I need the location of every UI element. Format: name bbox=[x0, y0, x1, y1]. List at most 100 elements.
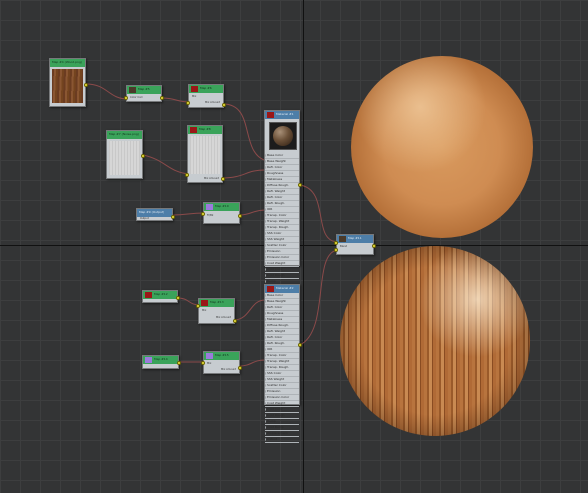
node-header[interactable]: Material #1 bbox=[265, 111, 299, 119]
node-header[interactable]: Map #11 bbox=[337, 235, 373, 243]
input-socket[interactable] bbox=[265, 384, 266, 387]
input-socket[interactable] bbox=[265, 348, 266, 351]
input-socket[interactable] bbox=[265, 202, 266, 205]
input-port[interactable] bbox=[124, 96, 128, 100]
material-node-top[interactable]: Material #1 Base Color Base Weight Refl. C… bbox=[264, 110, 302, 309]
output-node[interactable]: Map #9 (Output) Output bbox=[136, 208, 175, 221]
input-port[interactable] bbox=[201, 212, 205, 216]
input-socket[interactable] bbox=[265, 312, 266, 315]
output-port[interactable] bbox=[298, 343, 302, 347]
mix-node[interactable]: Map #6 Mix Mix Amount bbox=[186, 84, 226, 108]
input-socket[interactable] bbox=[265, 306, 266, 309]
input-socket[interactable] bbox=[265, 318, 266, 321]
input-socket[interactable] bbox=[265, 408, 266, 411]
node-slot[interactable]: Mix Amount bbox=[202, 316, 231, 319]
input-socket[interactable] bbox=[265, 274, 266, 277]
output-port[interactable] bbox=[233, 319, 237, 323]
input-socket[interactable] bbox=[265, 154, 266, 157]
noise-bitmap-node[interactable]: Map #7 (Noise.png) bbox=[106, 130, 145, 179]
node-header[interactable]: Map #15 bbox=[204, 352, 239, 360]
mix-node[interactable]: Map #8 Mix Amount bbox=[185, 125, 225, 183]
falloff-node[interactable]: Map #14 bbox=[142, 355, 181, 369]
input-socket[interactable] bbox=[265, 402, 266, 405]
input-port[interactable] bbox=[186, 101, 190, 105]
input-socket[interactable] bbox=[265, 262, 266, 265]
input-port[interactable] bbox=[196, 304, 200, 308]
input-socket[interactable] bbox=[265, 420, 266, 423]
input-port[interactable] bbox=[334, 248, 338, 252]
input-socket[interactable] bbox=[265, 178, 266, 181]
input-socket[interactable] bbox=[265, 232, 266, 235]
input-port[interactable] bbox=[334, 241, 338, 245]
node-header[interactable]: Map #9 (Output) bbox=[137, 209, 172, 217]
input-socket[interactable] bbox=[265, 414, 266, 417]
input-socket[interactable] bbox=[265, 250, 266, 253]
color-correction-node[interactable]: Map #12 bbox=[142, 290, 180, 303]
node-header[interactable]: Map #13 bbox=[199, 299, 234, 307]
falloff-node[interactable]: Map #10 Fr/Bk bbox=[201, 202, 242, 224]
node-slot[interactable]: Fr/Bk bbox=[207, 214, 236, 217]
node-slot[interactable]: Mix Amount bbox=[192, 101, 220, 104]
input-socket[interactable] bbox=[265, 280, 266, 283]
input-socket[interactable] bbox=[265, 190, 266, 193]
input-socket[interactable] bbox=[265, 438, 266, 441]
input-socket[interactable] bbox=[265, 330, 266, 333]
output-port[interactable] bbox=[238, 214, 242, 218]
node-header[interactable]: Map #14 bbox=[143, 356, 178, 364]
output-port[interactable] bbox=[160, 96, 164, 100]
input-socket[interactable] bbox=[265, 226, 266, 229]
input-port[interactable] bbox=[201, 361, 205, 365]
output-port[interactable] bbox=[177, 361, 181, 365]
node-header[interactable]: Map #6 bbox=[189, 85, 223, 93]
input-socket[interactable] bbox=[265, 426, 266, 429]
output-port[interactable] bbox=[222, 103, 226, 107]
input-socket[interactable] bbox=[265, 432, 266, 435]
input-socket[interactable] bbox=[265, 336, 266, 339]
mix-node[interactable]: Map #13 Mix Mix Amount bbox=[196, 298, 237, 324]
input-socket[interactable] bbox=[265, 238, 266, 241]
node-header[interactable]: Map #10 bbox=[204, 203, 239, 211]
input-socket[interactable] bbox=[265, 268, 266, 271]
material-slot[interactable]: Cutout bbox=[265, 437, 299, 443]
input-socket[interactable] bbox=[265, 208, 266, 211]
input-socket[interactable] bbox=[265, 214, 266, 217]
node-header[interactable]: Map #12 bbox=[143, 291, 177, 299]
output-port[interactable] bbox=[171, 215, 175, 219]
input-socket[interactable] bbox=[265, 378, 266, 381]
input-socket[interactable] bbox=[265, 390, 266, 393]
input-socket[interactable] bbox=[265, 256, 266, 259]
input-socket[interactable] bbox=[265, 366, 266, 369]
input-socket[interactable] bbox=[265, 372, 266, 375]
input-socket[interactable] bbox=[265, 184, 266, 187]
material-node-bottom[interactable]: Material #2 Base Color Base Weight Refl. C… bbox=[264, 284, 302, 443]
input-socket[interactable] bbox=[265, 172, 266, 175]
output-port[interactable] bbox=[372, 244, 376, 248]
output-port[interactable] bbox=[221, 177, 225, 181]
material-preview[interactable] bbox=[269, 122, 297, 150]
blend-node[interactable]: Map #11 Blend bbox=[334, 234, 376, 255]
input-socket[interactable] bbox=[265, 294, 266, 297]
input-socket[interactable] bbox=[265, 324, 266, 327]
input-port[interactable] bbox=[185, 173, 189, 177]
input-socket[interactable] bbox=[265, 360, 266, 363]
node-header[interactable]: Map #4 (Wood.png) bbox=[50, 59, 85, 67]
color-correction-node[interactable]: Map #5 Color Corr. bbox=[124, 85, 164, 102]
input-socket[interactable] bbox=[265, 220, 266, 223]
output-port[interactable] bbox=[238, 366, 242, 370]
node-header[interactable]: Map #7 (Noise.png) bbox=[107, 131, 142, 139]
node-header[interactable]: Map #5 bbox=[127, 86, 161, 94]
output-port[interactable] bbox=[84, 83, 88, 87]
input-socket[interactable] bbox=[265, 342, 266, 345]
input-socket[interactable] bbox=[265, 396, 266, 399]
output-port[interactable] bbox=[176, 296, 180, 300]
input-socket[interactable] bbox=[265, 196, 266, 199]
node-slot[interactable]: Mix Amount bbox=[207, 368, 236, 371]
node-header[interactable]: Material #2 bbox=[265, 285, 299, 293]
input-socket[interactable] bbox=[265, 300, 266, 303]
wood-bitmap-node[interactable]: Map #4 (Wood.png) bbox=[49, 58, 88, 107]
input-socket[interactable] bbox=[265, 244, 266, 247]
output-port[interactable] bbox=[141, 154, 145, 158]
node-header[interactable]: Map #8 bbox=[188, 126, 222, 134]
input-socket[interactable] bbox=[265, 354, 266, 357]
input-socket[interactable] bbox=[265, 166, 266, 169]
